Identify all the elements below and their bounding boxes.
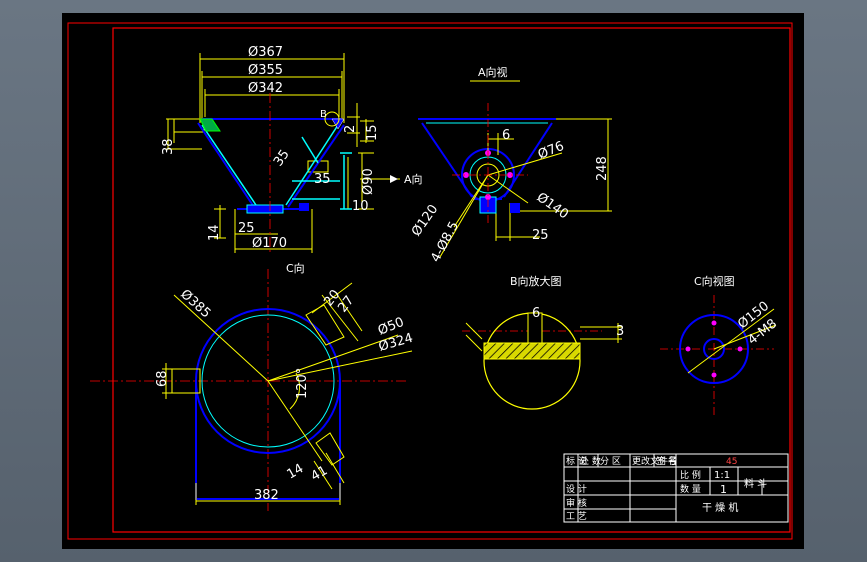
cad-viewport: Ø367 Ø355 Ø342 B 38 35 35 2 15 Ø90 A向 10… [0,0,867,562]
tb-scale: 1:1 [714,470,730,481]
outer-border [67,22,793,540]
view-b-title: B向放大图 [510,274,562,288]
dim-a-holes: 4-Ø8.5 [428,219,462,265]
inner-border [112,27,791,533]
drawing-sheet: Ø367 Ø355 Ø342 B 38 35 35 2 15 Ø90 A向 10… [62,13,804,549]
view-c2-title: C向视图 [694,274,735,288]
dim-d342: Ø342 [248,81,283,96]
tb-col-sign: 签 名 [656,455,677,467]
dim-a-w6: 6 [502,128,510,143]
dim-c-angle: 120° [295,368,310,399]
tb-part-name: 料 斗 [744,477,767,490]
dim-h14: 14 [207,224,222,241]
dim-d170: Ø170 [252,236,287,251]
title-block-text: 标 记 处 数 分 区 更改文件号 签 名 45 比 例 1:1 数 量 1 料… [566,455,767,522]
tb-col-zone: 分 区 [600,456,621,467]
drawing-svg: Ø367 Ø355 Ø342 B 38 35 35 2 15 Ø90 A向 10… [67,22,793,540]
tb-qty: 1 [720,483,727,496]
dim-h38: 38 [161,138,176,155]
tb-col-count: 处 数 [580,455,601,467]
tb-design: 设 计 [566,483,587,495]
dim-d355: Ø355 [248,63,283,78]
dim-a-w25: 25 [532,228,549,243]
view-a-title: A向视 [478,65,508,79]
dim-h10: 10 [352,199,369,214]
dim-w25: 25 [238,221,255,236]
dim-c-h68: 68 [155,370,170,387]
dim-a-d120: Ø120 [409,202,441,239]
view-c: C向 Ø385 20 27 Ø50 Ø324 68 120° 14 41 382 [90,261,415,511]
view-a: A向视 6 Ø76 248 Ø120 4-Ø8.5 Ø140 25 [409,65,612,265]
tb-craft: 工 艺 [566,511,587,522]
dim-d367: Ø367 [248,45,283,60]
dim-c-s14: 14 [285,461,307,482]
dim-c-d385: Ø385 [177,287,213,322]
tb-material: 45 [726,457,737,467]
dim-b-h3: 3 [616,324,624,339]
dim-a-h248: 248 [595,156,610,181]
tb-audit: 审 核 [566,497,587,509]
dim-35-diag: 35 [271,147,293,169]
a-direction-label: A向 [404,172,423,186]
dim-h2: 2 [343,125,358,133]
tb-scale-label: 比 例 [680,469,701,481]
dim-b-w6: 6 [532,306,540,321]
view-b: B向放大图 6 3 [462,274,624,410]
marker-b: B [320,109,327,120]
view-c-title: C向 [286,261,305,275]
tb-machine: 干 燥 机 [702,501,738,514]
dim-c-w382: 382 [254,488,279,503]
dim-a-d140: Ø140 [534,190,571,222]
dim-35-nozzle: 35 [314,172,331,187]
dim-h15: 15 [365,124,380,141]
main-view: Ø367 Ø355 Ø342 B 38 35 35 2 15 Ø90 A向 10… [161,45,423,253]
tb-qty-label: 数 量 [680,483,701,495]
dim-d90: Ø90 [361,168,376,195]
view-c2: C向视图 Ø150 4-M8 [660,274,780,417]
